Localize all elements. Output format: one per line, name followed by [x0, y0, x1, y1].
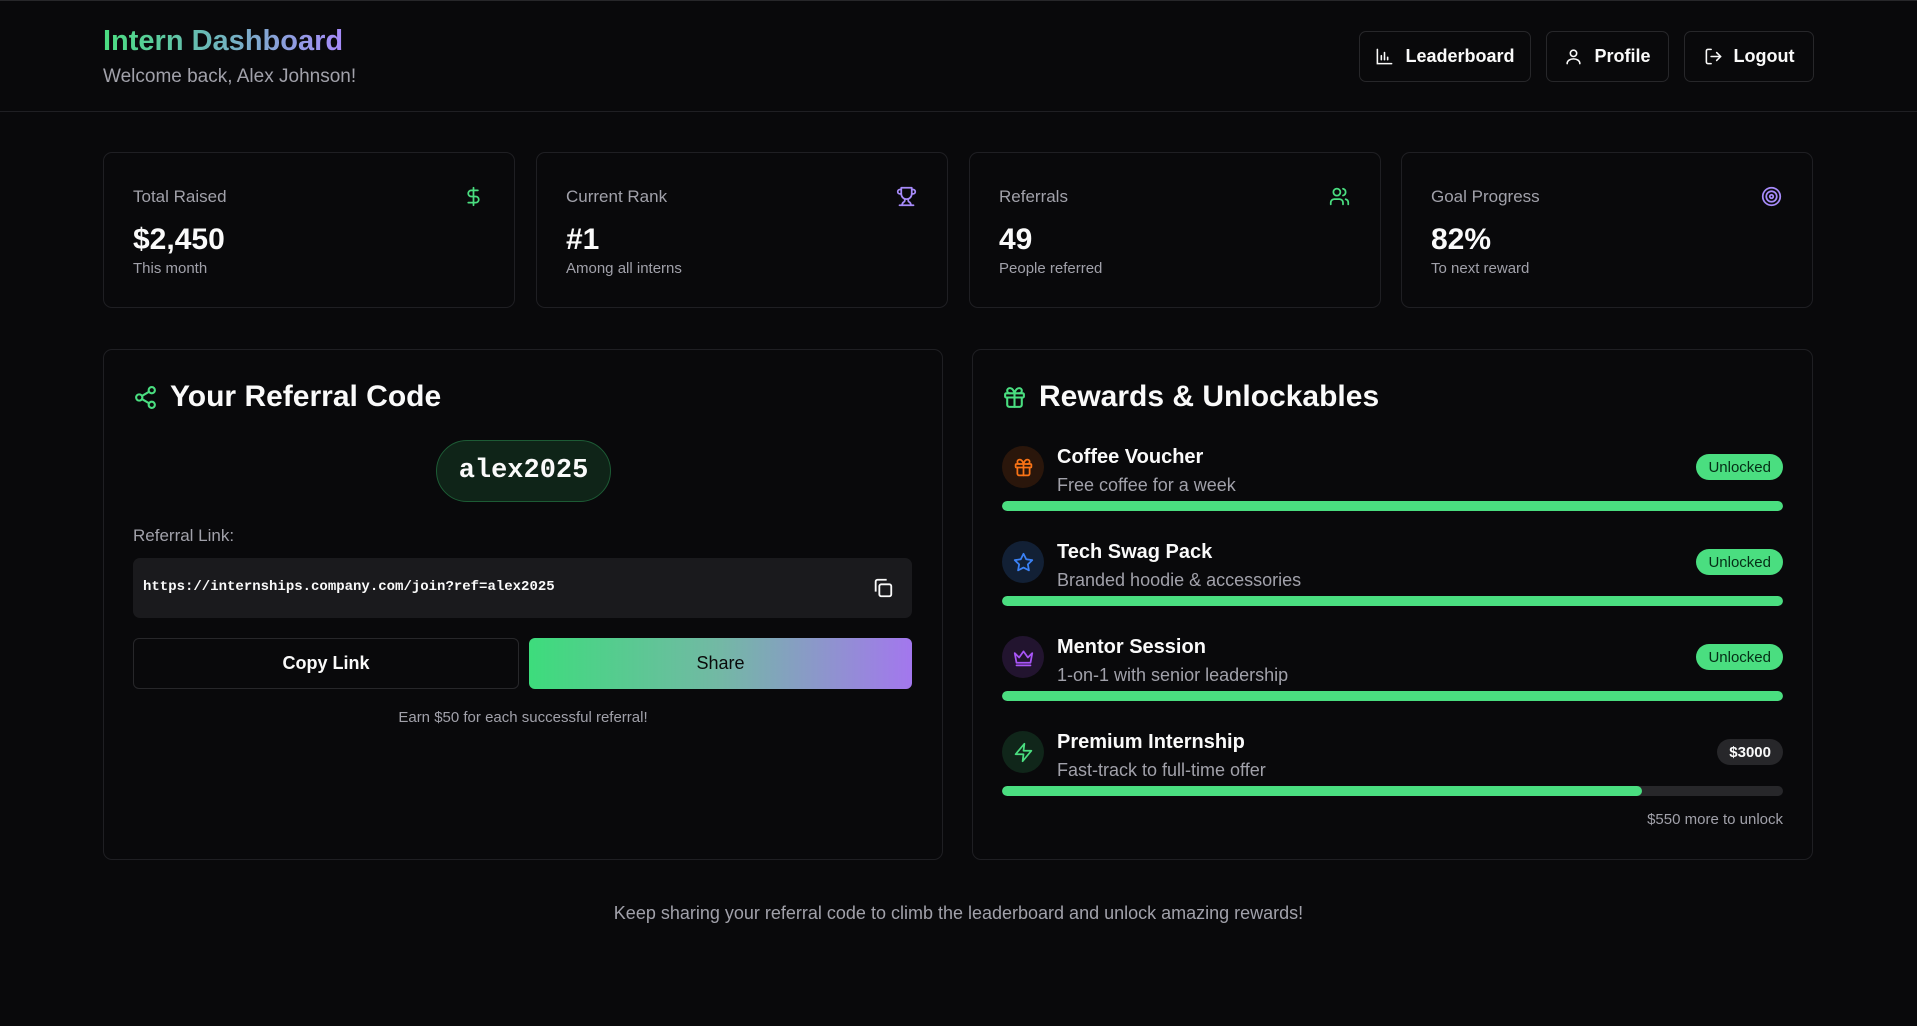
status-badge: Unlocked [1696, 644, 1783, 670]
stat-value: 49 [999, 223, 1033, 256]
reward-icon [1002, 446, 1044, 488]
reward-description: Branded hoodie & accessories [1057, 570, 1302, 590]
stat-label: Total Raised [133, 187, 227, 206]
stat-card-total-raised: Total Raised $2,450 This month [103, 152, 515, 308]
progress-fill [1002, 501, 1783, 511]
crown-icon [1013, 650, 1033, 666]
referral-panel: Your Referral Code alex2025 Referral Lin… [103, 349, 943, 860]
stat-value: $2,450 [133, 223, 225, 256]
reward-title: Premium Internship [1057, 731, 1245, 753]
stat-value: 82% [1431, 223, 1492, 256]
stat-card-goal-progress: Goal Progress 82% To next reward [1401, 152, 1813, 308]
reward-title: Coffee Voucher [1057, 446, 1204, 468]
rewards-title: Rewards & Unlockables [1039, 380, 1380, 413]
welcome-message: Welcome back, Alex Johnson! [103, 66, 357, 87]
stat-note: Among all interns [566, 260, 682, 277]
copy-icon[interactable] [872, 577, 894, 599]
stat-card-referrals: Referrals 49 People referred [969, 152, 1381, 308]
user-icon [1566, 49, 1582, 65]
referral-heading: Your Referral Code [133, 380, 441, 414]
reward-description: Free coffee for a week [1057, 475, 1236, 495]
leaderboard-button[interactable]: Leaderboard [1359, 31, 1531, 82]
reward-item-coffee-voucher: Coffee Voucher Free coffee for a week Un… [1002, 446, 1783, 526]
reward-item-premium-internship: Premium Internship Fast-track to full-ti… [1002, 731, 1783, 811]
rewards-heading: Rewards & Unlockables [1002, 380, 1379, 414]
reward-icon [1002, 541, 1044, 583]
gift-icon [1014, 458, 1032, 476]
referral-code: alex2025 [436, 440, 611, 502]
progress-fill [1002, 786, 1643, 796]
share-icon [135, 385, 156, 409]
progress-fill [1002, 691, 1783, 701]
logout-label: Logout [1733, 46, 1795, 66]
status-badge: Unlocked [1696, 454, 1783, 480]
stat-label: Referrals [999, 187, 1068, 206]
dollar-icon [467, 186, 480, 207]
logout-button[interactable]: Logout [1684, 31, 1814, 82]
share-button[interactable]: Share [529, 638, 912, 689]
stat-note: This month [133, 260, 208, 277]
stat-value: #1 [566, 223, 600, 256]
bar-chart-icon [1377, 48, 1393, 65]
trophy-icon [896, 186, 917, 207]
reward-title: Mentor Session [1057, 636, 1206, 658]
reward-item-mentor-session: Mentor Session 1-on-1 with senior leader… [1002, 636, 1783, 716]
progress-fill [1002, 596, 1783, 606]
referral-link-field[interactable]: https://internships.company.com/join?ref… [133, 558, 912, 618]
copy-link-button[interactable]: Copy Link [133, 638, 519, 689]
reward-icon [1002, 636, 1044, 678]
profile-label: Profile [1594, 46, 1651, 66]
leaderboard-label: Leaderboard [1405, 46, 1515, 66]
users-icon [1329, 187, 1350, 206]
stat-note: To next reward [1431, 260, 1530, 277]
rewards-panel: Rewards & Unlockables Coffee Voucher Fre… [972, 349, 1813, 860]
page-title: Intern Dashboard [103, 25, 344, 57]
profile-button[interactable]: Profile [1546, 31, 1669, 82]
reward-item-tech-swag-pack: Tech Swag Pack Branded hoodie & accessor… [1002, 541, 1783, 621]
target-icon [1761, 186, 1782, 207]
status-badge: Unlocked [1696, 549, 1783, 575]
earn-note: Earn $50 for each successful referral! [398, 709, 648, 726]
logout-icon [1705, 48, 1721, 65]
star-icon [1013, 552, 1033, 571]
reward-icon [1002, 731, 1044, 773]
referral-title: Your Referral Code [170, 380, 442, 413]
progress-bar [1002, 691, 1783, 701]
remaining-note: $550 more to unlock [1647, 811, 1783, 828]
progress-bar [1002, 501, 1783, 511]
stat-label: Current Rank [566, 187, 668, 206]
referral-link-text: https://internships.company.com/join?ref… [143, 579, 555, 595]
reward-description: 1-on-1 with senior leadership [1057, 665, 1289, 685]
progress-bar [1002, 596, 1783, 606]
reward-description: Fast-track to full-time offer [1057, 760, 1266, 780]
reward-title: Tech Swag Pack [1057, 541, 1213, 563]
zap-icon [1014, 742, 1032, 762]
price-badge: $3000 [1717, 739, 1783, 765]
referral-link-label: Referral Link: [133, 526, 235, 545]
header: Intern Dashboard Welcome back, Alex John… [0, 1, 1917, 112]
progress-bar [1002, 786, 1783, 796]
stat-note: People referred [999, 260, 1103, 277]
gift-icon [1004, 386, 1025, 408]
stat-card-current-rank: Current Rank #1 Among all interns [536, 152, 948, 308]
footer-message: Keep sharing your referral code to climb… [613, 903, 1304, 923]
stat-label: Goal Progress [1431, 187, 1540, 206]
